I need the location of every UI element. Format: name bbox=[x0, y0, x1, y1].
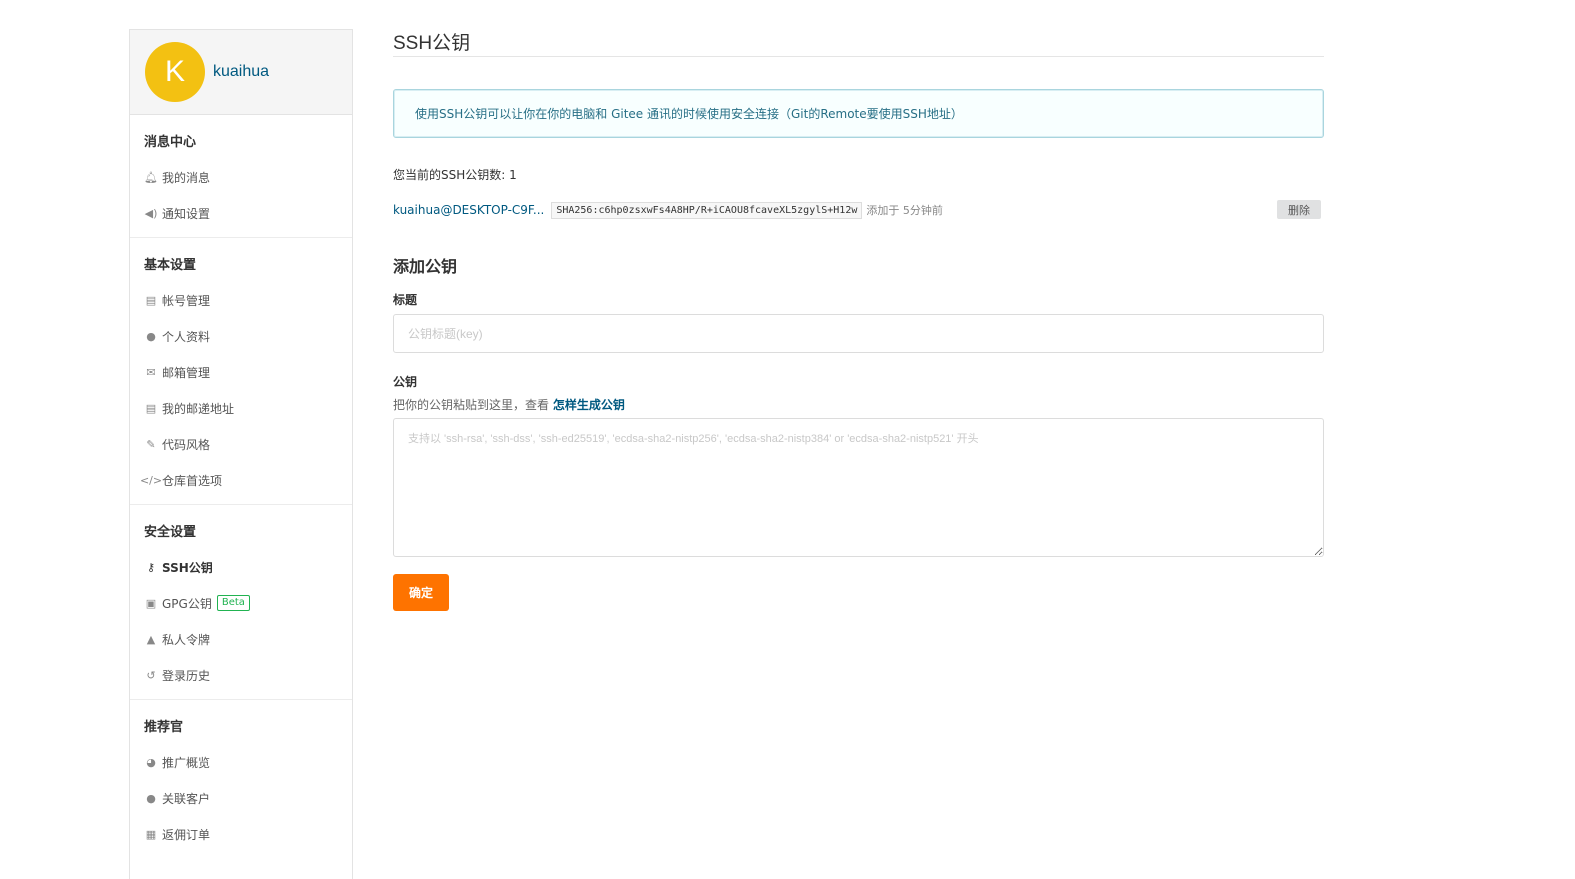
history-icon: ↺ bbox=[146, 668, 156, 682]
sidebar-item-email[interactable]: ✉ 邮箱管理 bbox=[130, 354, 352, 390]
sidebar-item-address[interactable]: ▤ 我的邮递地址 bbox=[130, 390, 352, 426]
sidebar-item-code-style[interactable]: ✎ 代码风格 bbox=[130, 426, 352, 462]
section-referral: 推荐官 ◕ 推广概览 ● 关联客户 ▦ 返佣订单 bbox=[130, 700, 352, 858]
sidebar-item-my-messages[interactable]: 🔔︎ 我的消息 bbox=[130, 159, 352, 195]
delete-key-button[interactable]: 删除 bbox=[1277, 200, 1321, 219]
sidebar-item-repo-preferences[interactable]: </> 仓库首选项 bbox=[130, 462, 352, 498]
bell-icon: 🔔︎ bbox=[144, 170, 158, 184]
id-card-icon: ▤ bbox=[145, 293, 157, 307]
section-basic: 基本设置 ▤ 帐号管理 ● 个人资料 ✉ 邮箱管理 ▤ 我的邮递地址 ✎ 代码风… bbox=[130, 238, 352, 505]
paintbrush-icon: ✎ bbox=[146, 437, 156, 451]
avatar[interactable]: K bbox=[145, 42, 205, 102]
info-message: 使用SSH公钥可以让你在你的电脑和 Gitee 通讯的时候使用安全连接（Git的… bbox=[393, 89, 1324, 138]
submit-button[interactable]: 确定 bbox=[393, 574, 449, 611]
beta-badge: Beta bbox=[216, 595, 250, 611]
address-card-icon: ▤ bbox=[145, 401, 157, 415]
ssh-key-row: kuaihua@DESKTOP-C9F... SHA256:c6hp0zsxwF… bbox=[393, 200, 1324, 220]
sidebar-item-label: 邮箱管理 bbox=[162, 365, 211, 380]
sidebar-item-gpg-keys[interactable]: ▣ GPG公钥 Beta bbox=[130, 585, 352, 621]
order-icon: ▦ bbox=[145, 827, 157, 841]
token-icon: ▲ bbox=[146, 632, 156, 646]
section-title: 基本设置 bbox=[144, 258, 197, 273]
section-security: 安全设置 ⚷ SSH公钥 ▣ GPG公钥 Beta ▲ 私人令牌 ↺ 登录历史 bbox=[130, 505, 352, 700]
key-icon: ⚷ bbox=[146, 560, 156, 574]
pie-chart-icon: ◕ bbox=[146, 755, 156, 769]
profile-header: K kuaihua bbox=[130, 30, 352, 115]
section-title: 推荐官 bbox=[144, 720, 184, 735]
public-key-textarea[interactable] bbox=[393, 418, 1324, 557]
sidebar-item-promo-overview[interactable]: ◕ 推广概览 bbox=[130, 744, 352, 780]
section-title: 消息中心 bbox=[144, 135, 197, 150]
megaphone-icon: ◀) bbox=[144, 206, 158, 220]
sidebar-item-label: 个人资料 bbox=[162, 329, 211, 344]
sidebar-item-private-tokens[interactable]: ▲ 私人令牌 bbox=[130, 621, 352, 657]
username-link[interactable]: kuaihua bbox=[213, 63, 269, 81]
sidebar-item-label: 代码风格 bbox=[162, 437, 211, 452]
ssh-key-added-time: 添加于 5分钟前 bbox=[866, 204, 943, 217]
user-icon: ● bbox=[146, 329, 156, 343]
sidebar-item-label: 登录历史 bbox=[162, 668, 211, 683]
key-hint: 把你的公钥粘贴到这里，查看 怎样生成公钥 bbox=[393, 396, 1324, 413]
key-hint-text: 把你的公钥粘贴到这里，查看 bbox=[393, 398, 550, 412]
sidebar-item-login-history[interactable]: ↺ 登录历史 bbox=[130, 657, 352, 693]
sidebar-item-label: 返佣订单 bbox=[162, 827, 211, 842]
main-content: SSH公钥 使用SSH公钥可以让你在你的电脑和 Gitee 通讯的时候使用安全连… bbox=[393, 28, 1324, 611]
sidebar-item-label: 通知设置 bbox=[162, 206, 211, 221]
how-to-generate-key-link[interactable]: 怎样生成公钥 bbox=[553, 398, 625, 412]
title-field-label: 标题 bbox=[393, 293, 418, 307]
sidebar-item-notification-settings[interactable]: ◀) 通知设置 bbox=[130, 195, 352, 231]
ssh-key-fingerprint: SHA256:c6hp0zsxwFs4A8HP/R+iCAOU8fcaveXL5… bbox=[551, 201, 863, 219]
sidebar-item-ssh-keys[interactable]: ⚷ SSH公钥 bbox=[130, 549, 352, 585]
key-title-input[interactable] bbox=[393, 314, 1324, 353]
ssh-key-name[interactable]: kuaihua@DESKTOP-C9F... bbox=[393, 203, 544, 217]
sidebar-item-label: 我的邮递地址 bbox=[162, 401, 235, 416]
sidebar-item-label: 推广概览 bbox=[162, 755, 211, 770]
sidebar-item-label: GPG公钥 bbox=[162, 596, 212, 611]
lock-icon: ▣ bbox=[145, 596, 157, 610]
sidebar-item-label: 帐号管理 bbox=[162, 293, 211, 308]
envelope-icon: ✉ bbox=[146, 365, 156, 379]
sidebar-item-linked-customers[interactable]: ● 关联客户 bbox=[130, 780, 352, 816]
sidebar-item-label: 我的消息 bbox=[162, 170, 211, 185]
sidebar-item-label: SSH公钥 bbox=[162, 560, 213, 575]
add-key-heading: 添加公钥 bbox=[393, 257, 458, 276]
section-title: 安全设置 bbox=[144, 525, 197, 540]
info-text: 使用SSH公钥可以让你在你的电脑和 Gitee 通讯的时候使用安全连接（Git的… bbox=[415, 107, 963, 121]
section-messages: 消息中心 🔔︎ 我的消息 ◀) 通知设置 bbox=[130, 115, 352, 238]
page-title: SSH公钥 bbox=[393, 28, 1324, 57]
settings-sidebar: K kuaihua 消息中心 🔔︎ 我的消息 ◀) 通知设置 基本设置 ▤ 帐号… bbox=[129, 29, 353, 879]
sidebar-item-account[interactable]: ▤ 帐号管理 bbox=[130, 282, 352, 318]
sidebar-item-label: 私人令牌 bbox=[162, 632, 211, 647]
code-icon: </> bbox=[139, 473, 163, 487]
key-field-label: 公钥 bbox=[393, 375, 418, 389]
sidebar-item-label: 关联客户 bbox=[162, 791, 211, 806]
sidebar-item-profile[interactable]: ● 个人资料 bbox=[130, 318, 352, 354]
ssh-key-count: 您当前的SSH公钥数: 1 bbox=[393, 168, 517, 182]
user-link-icon: ● bbox=[146, 791, 156, 805]
sidebar-item-label: 仓库首选项 bbox=[162, 473, 223, 488]
sidebar-item-commission-orders[interactable]: ▦ 返佣订单 bbox=[130, 816, 352, 852]
